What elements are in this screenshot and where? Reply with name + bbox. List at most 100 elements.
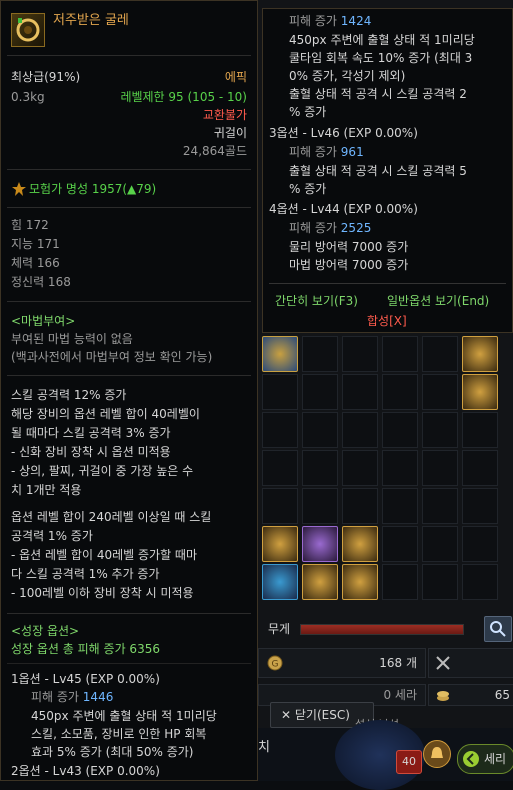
right-opt4-lines-line: 물리 방어력 7000 증가 <box>289 240 409 254</box>
opt1-lines-line: 450px 주변에 출혈 상태 적 1미리당 <box>31 709 217 723</box>
armor-item-icon[interactable] <box>462 336 498 372</box>
desc2-block-line: 옵션 레벨 합이 240레벨 이상일 때 스킬 <box>11 510 212 524</box>
right-amount: 65 <box>494 688 510 702</box>
weight-bar <box>300 624 464 635</box>
sort-box[interactable] <box>428 648 513 678</box>
inventory-slot[interactable] <box>422 412 458 448</box>
coin-icon: G <box>267 655 283 671</box>
inventory-slot[interactable] <box>262 450 298 486</box>
divider <box>7 663 251 664</box>
helmet-item-icon[interactable] <box>262 336 298 372</box>
tooltip-continuation-panel: 피해 증가 1424 450px 주변에 출혈 상태 적 1미리당 쿨타임 회복 … <box>262 8 513 333</box>
inventory-grid <box>262 336 513 614</box>
stats-block-line: 지능 171 <box>11 237 60 251</box>
inventory-slot[interactable] <box>422 336 458 372</box>
simple-view-link[interactable]: 간단히 보기(F3) <box>275 293 358 309</box>
inventory-slot[interactable] <box>422 450 458 486</box>
close-button-label: ✕ 닫기(ESC) <box>281 708 350 722</box>
opt4-title: 4옵션 - Lv44 (EXP 0.00%) <box>269 202 418 216</box>
inventory-slot[interactable] <box>342 488 378 524</box>
top-damage: 피해 증가 1424 <box>289 14 372 28</box>
item-trade-status: 교환불가 <box>202 108 247 122</box>
box-item-icon[interactable] <box>342 564 378 600</box>
right-top-lines-line: 출혈 상태 적 공격 시 스킬 공격력 2 <box>289 87 467 101</box>
bottom-hud: 치 40 세리 <box>255 720 513 790</box>
opt1-lines-line: 스킬, 소모품, 장비로 인한 HP 회복 <box>31 727 207 741</box>
inventory-slot[interactable] <box>422 374 458 410</box>
inventory-slot[interactable] <box>342 336 378 372</box>
inventory-slot[interactable] <box>422 488 458 524</box>
search-button[interactable] <box>484 616 512 642</box>
inventory-slot[interactable] <box>462 488 498 524</box>
opt3-title: 3옵션 - Lv46 (EXP 0.00%) <box>269 126 418 140</box>
inventory-slot[interactable] <box>262 412 298 448</box>
weight-row: 무게 <box>262 616 513 642</box>
desc1-block-line: - 상의, 팔찌, 귀걸이 중 가장 높은 수 <box>11 464 194 478</box>
gauntlet-item-icon[interactable] <box>262 526 298 562</box>
desc1-block-line: 해당 장비의 옵션 레벨 합이 40레벨이 <box>11 407 200 421</box>
inventory-slot[interactable] <box>382 412 418 448</box>
normal-option-view-link[interactable]: 일반옵션 보기(End) <box>387 293 489 309</box>
inventory-slot[interactable] <box>262 488 298 524</box>
cera-shop-button[interactable]: 세리 <box>457 744 513 774</box>
fame-icon <box>12 182 26 196</box>
inventory-slot[interactable] <box>422 526 458 562</box>
crossed-swords-icon <box>436 656 450 670</box>
divider <box>269 283 506 284</box>
coin-stack-icon <box>437 691 449 701</box>
inventory-slot[interactable] <box>422 564 458 600</box>
divider <box>7 55 251 56</box>
right-opt3-lines-line: 출혈 상태 적 공격 시 스킬 공격력 5 <box>289 164 467 178</box>
stats-block-line: 정신력 168 <box>11 275 71 289</box>
inventory-slot[interactable] <box>342 450 378 486</box>
alert-button[interactable] <box>423 740 451 768</box>
gold-box: G 168 개 <box>258 648 426 678</box>
right-opt4-lines-line: 마법 방어력 7000 증가 <box>289 258 409 272</box>
inventory-slot[interactable] <box>342 412 378 448</box>
inventory-slot[interactable] <box>382 488 418 524</box>
search-icon <box>490 621 506 637</box>
level-badge-text: 40 <box>402 755 416 768</box>
inventory-slot[interactable] <box>302 450 338 486</box>
spear-item-icon[interactable] <box>302 564 338 600</box>
inventory-slot[interactable] <box>262 374 298 410</box>
combine-link[interactable]: 합성[X] <box>367 313 407 329</box>
enchant-none: 부여된 마법 능력이 없음 <box>11 332 133 346</box>
inventory-slot[interactable] <box>302 488 338 524</box>
divider <box>7 613 251 614</box>
weight-label: 무게 <box>268 622 291 636</box>
item-icon <box>11 13 45 47</box>
inventory-slot[interactable] <box>302 374 338 410</box>
inventory-slot[interactable] <box>382 374 418 410</box>
inventory-slot[interactable] <box>462 564 498 600</box>
desc2-block-line: - 100레벨 이하 장비 장착 시 미적용 <box>11 586 194 600</box>
bracer-item-icon[interactable] <box>262 564 298 600</box>
right-amount-box: 65 <box>428 684 513 706</box>
enchant-hint: (백과사전에서 마법부여 정보 확인 가능) <box>11 350 213 364</box>
right-top-lines-line: 0% 증가, 각성기 제외) <box>289 69 406 83</box>
inventory-slot[interactable] <box>462 412 498 448</box>
inventory-slot[interactable] <box>382 564 418 600</box>
desc2-block-line: 공격력 1% 증가 <box>11 529 93 543</box>
earring-icon <box>16 18 40 42</box>
weapon-item-icon[interactable] <box>462 374 498 410</box>
inventory-slot[interactable] <box>302 412 338 448</box>
inventory-slot[interactable] <box>462 526 498 562</box>
svg-text:G: G <box>272 660 279 670</box>
level-badge: 40 <box>396 750 422 774</box>
opt2-title: 2옵션 - Lv43 (EXP 0.00%) <box>11 764 160 778</box>
chest-item-icon[interactable] <box>342 526 378 562</box>
right-opt3-lines-line: % 증가 <box>289 182 327 196</box>
desc2-block-line: 다 스킬 공격력 1% 추가 증가 <box>11 567 160 581</box>
skull-item-icon[interactable] <box>302 526 338 562</box>
item-name: 저주받은 굴레 <box>53 13 129 28</box>
gold-count: 168 개 <box>379 656 417 670</box>
inventory-slot[interactable] <box>382 450 418 486</box>
inventory-slot[interactable] <box>302 336 338 372</box>
inventory-slot[interactable] <box>382 526 418 562</box>
weight-bar-fill <box>301 625 463 634</box>
inventory-slot[interactable] <box>382 336 418 372</box>
inventory-slot[interactable] <box>462 450 498 486</box>
inventory-slot[interactable] <box>342 374 378 410</box>
opt3-damage-label: 피해 증가 961 <box>289 144 364 160</box>
